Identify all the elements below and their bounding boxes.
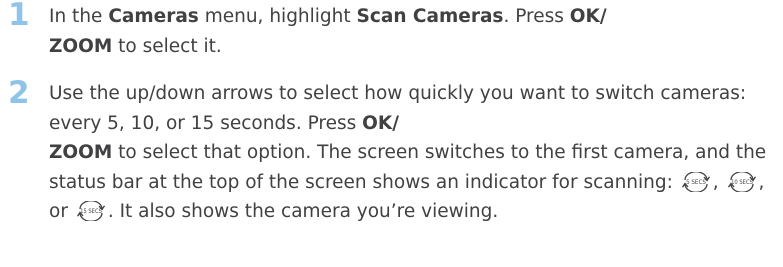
- text-segment: . Press: [503, 6, 570, 27]
- step-text: In the Cameras menu, highlight Scan Came…: [49, 2, 769, 61]
- button-name-ok: OK/: [569, 6, 607, 27]
- svg-text:10 SECS: 10 SECS: [731, 180, 754, 186]
- menu-name-cameras: Cameras: [108, 6, 199, 27]
- step-text: Use the up/down arrows to select how qui…: [49, 79, 769, 227]
- text-segment: menu, highlight: [198, 6, 357, 27]
- button-name-zoom: ZOOM: [49, 142, 113, 163]
- scan-10-secs-icon: 10 SECS: [725, 171, 759, 192]
- text-segment: to select it.: [112, 35, 222, 57]
- text-segment: ,: [712, 171, 725, 193]
- step-number: 1: [8, 0, 30, 33]
- svg-text:15 SECS: 15 SECS: [80, 209, 103, 215]
- menu-item-scan-cameras: Scan Cameras: [356, 6, 504, 27]
- button-name-ok: OK/: [362, 112, 399, 134]
- button-name-zoom: ZOOM: [49, 35, 113, 57]
- step-number: 2: [8, 75, 30, 111]
- instruction-document: 1 In the Cameras menu, highlight Scan Ca…: [0, 0, 783, 267]
- scan-15-secs-icon: 15 SECS: [74, 201, 108, 221]
- scan-5-secs-icon: 5 SECS: [679, 171, 713, 192]
- text-segment: . It also shows the camera you’re viewin…: [107, 201, 499, 222]
- svg-text:5 SECS: 5 SECS: [686, 179, 706, 186]
- text-segment: to select that option. The screen switch…: [49, 142, 767, 193]
- text-segment: In the: [49, 6, 109, 27]
